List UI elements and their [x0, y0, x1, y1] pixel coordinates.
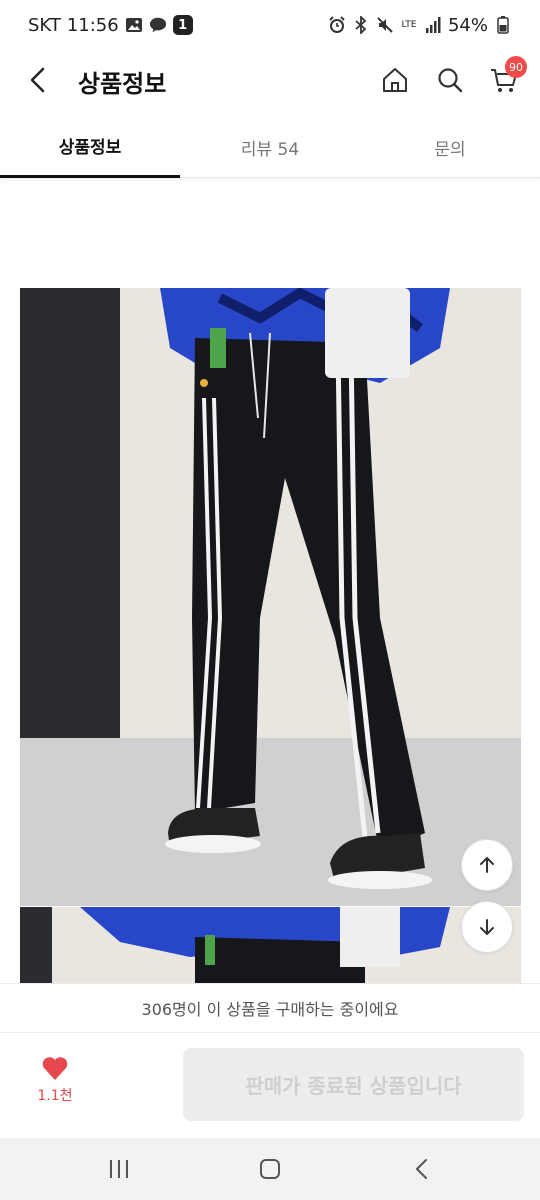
carrier-label: SKT: [28, 14, 61, 36]
battery-icon: [494, 16, 512, 34]
mute-icon: [376, 16, 394, 34]
back-icon: [30, 67, 45, 93]
heart-icon: [42, 1057, 68, 1080]
talk-icon: [149, 16, 167, 34]
system-nav-bar: [0, 1138, 540, 1200]
recent-apps-button[interactable]: [101, 1151, 137, 1187]
status-bar: SKT 11:56 1 LTE 54%: [0, 0, 540, 50]
status-right: LTE 54%: [328, 15, 512, 36]
notification-count-badge: 1: [172, 15, 193, 35]
tab-reviews[interactable]: 리뷰 54: [180, 116, 360, 178]
cart-count-badge: 90: [505, 56, 527, 78]
search-button[interactable]: [432, 62, 468, 98]
buyer-count-notice: 306명이 이 상품을 구매하는 중이에요: [0, 983, 540, 1033]
system-back-button[interactable]: [404, 1151, 440, 1187]
like-button[interactable]: 1.1천: [20, 1055, 90, 1115]
tab-inquiry[interactable]: 문의: [360, 116, 540, 178]
alarm-icon: [328, 16, 346, 34]
recent-apps-icon: [110, 1160, 128, 1178]
home-button[interactable]: [377, 62, 413, 98]
system-home-icon: [260, 1159, 280, 1179]
purchase-bar: 1.1천 판매가 종료된 상품입니다: [0, 1033, 540, 1138]
product-image: [20, 907, 521, 983]
gallery-icon: [125, 16, 143, 34]
bluetooth-icon: [352, 16, 370, 34]
arrow-up-icon: [480, 857, 494, 873]
sold-out-button[interactable]: 판매가 종료된 상품입니다: [183, 1048, 524, 1121]
tab-bar: 상품정보 리뷰 54 문의: [0, 116, 540, 178]
product-image: [20, 288, 521, 906]
app-header: 상품정보: [0, 50, 540, 110]
network-label: LTE: [401, 19, 417, 30]
arrow-down-icon: [480, 919, 494, 935]
tab-product-info[interactable]: 상품정보: [0, 116, 180, 178]
back-button[interactable]: [20, 62, 56, 98]
battery-label: 54%: [447, 14, 488, 36]
home-icon: [383, 68, 407, 92]
system-back-icon: [416, 1159, 427, 1179]
clock: 11:56: [66, 14, 119, 36]
signal-icon: [424, 16, 442, 34]
like-count: 1.1천: [37, 1088, 73, 1104]
scroll-down-button[interactable]: [461, 901, 513, 953]
status-left: SKT 11:56 1: [28, 15, 193, 36]
page-title: 상품정보: [78, 70, 167, 98]
system-home-button[interactable]: [252, 1151, 288, 1187]
search-icon: [438, 68, 463, 93]
scroll-up-button[interactable]: [461, 839, 513, 891]
